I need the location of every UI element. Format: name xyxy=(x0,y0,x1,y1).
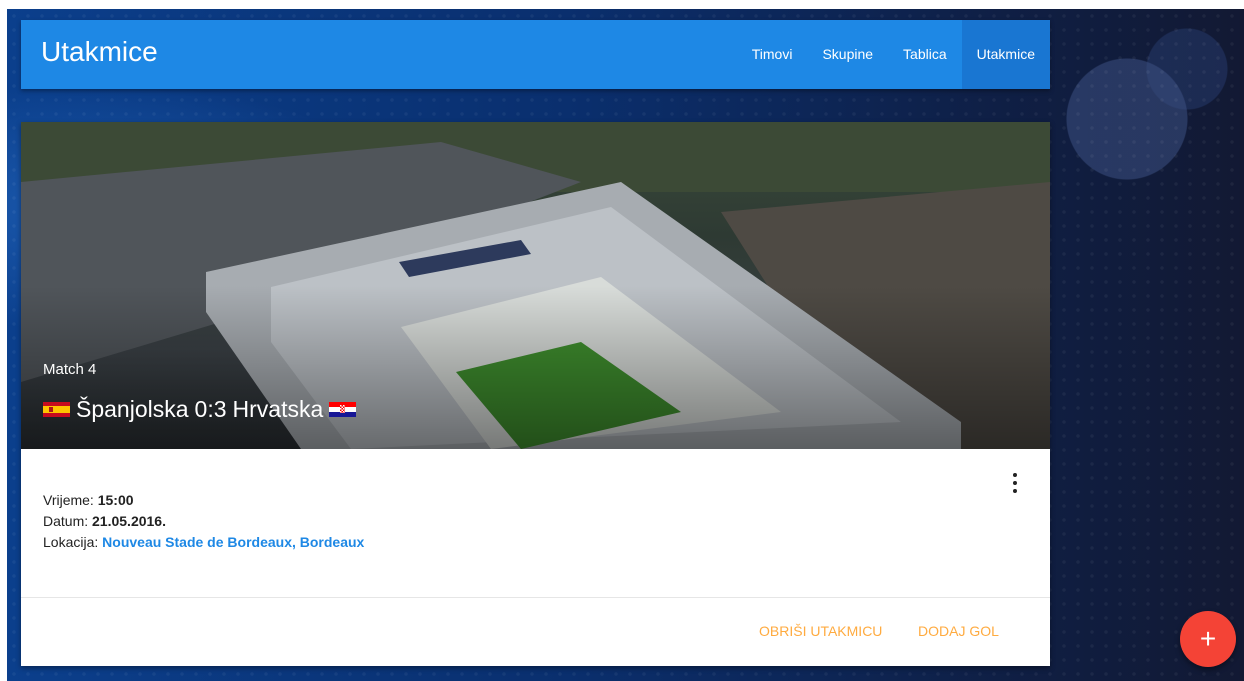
stadium-image: Match 4 Španjolska 0:3 Hrvatska xyxy=(21,122,1050,449)
home-team: Španjolska xyxy=(76,396,189,422)
location-label: Lokacija: xyxy=(43,534,99,550)
match-details: Vrijeme: 15:00 Datum: 21.05.2016. Lokaci… xyxy=(21,449,1050,597)
nav-item-timovi[interactable]: Timovi xyxy=(737,20,808,89)
nav-item-tablica[interactable]: Tablica xyxy=(888,20,962,89)
score: 0:3 xyxy=(194,396,227,422)
croatia-flag-icon xyxy=(329,402,357,417)
date-label: Datum: xyxy=(43,513,89,529)
page-title: Utakmice xyxy=(41,36,158,67)
time-row: Vrijeme: 15:00 xyxy=(43,490,364,511)
main-nav: Timovi Skupine Tablica Utakmice xyxy=(737,20,1050,89)
nav-item-skupine[interactable]: Skupine xyxy=(807,20,888,89)
match-number: Match 4 xyxy=(43,361,97,378)
away-team: Hrvatska xyxy=(232,396,324,422)
location-row: Lokacija: Nouveau Stade de Bordeaux, Bor… xyxy=(43,532,364,553)
add-icon[interactable]: + xyxy=(1180,611,1236,667)
time-label: Vrijeme: xyxy=(43,492,94,508)
top-navbar: Utakmice Timovi Skupine Tablica Utakmice xyxy=(21,20,1050,89)
match-info: Vrijeme: 15:00 Datum: 21.05.2016. Lokaci… xyxy=(43,490,364,553)
spain-flag-icon xyxy=(43,402,70,417)
more-vert-icon[interactable] xyxy=(1008,473,1022,493)
date-value: 21.05.2016. xyxy=(92,513,166,529)
add-goal-button[interactable]: DODAJ GOL xyxy=(918,623,999,639)
delete-match-button[interactable]: OBRIŠI UTAKMICU xyxy=(759,623,882,639)
date-row: Datum: 21.05.2016. xyxy=(43,511,364,532)
card-actions: OBRIŠI UTAKMICU DODAJ GOL xyxy=(21,597,1050,666)
nav-item-utakmice[interactable]: Utakmice xyxy=(961,20,1050,89)
time-value: 15:00 xyxy=(97,492,134,508)
location-link[interactable]: Nouveau Stade de Bordeaux, Bordeaux xyxy=(102,534,364,550)
match-title: Španjolska 0:3 Hrvatska xyxy=(43,396,357,423)
match-card: Match 4 Španjolska 0:3 Hrvatska Vrijeme:… xyxy=(21,122,1050,666)
